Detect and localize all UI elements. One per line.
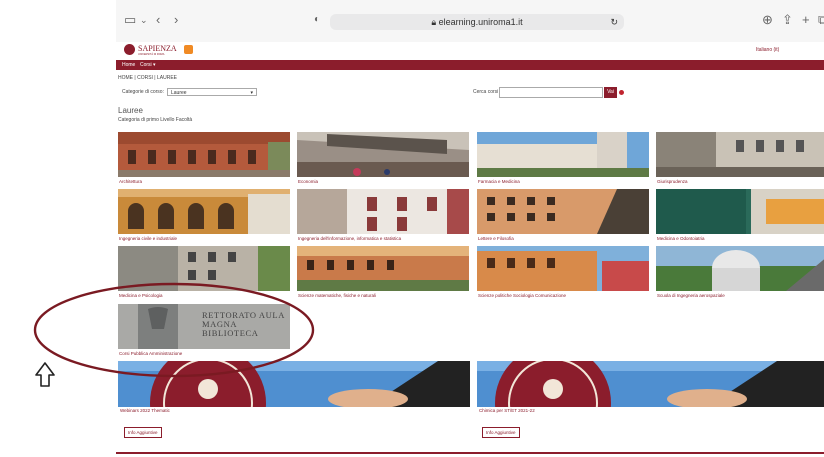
category-label: Ingegneria dell'informazione, informatic… xyxy=(298,236,402,241)
architettura-photo xyxy=(118,132,290,177)
nav-home[interactable]: Home xyxy=(122,62,135,68)
share-icon[interactable]: ⇪ xyxy=(782,13,793,27)
download-icon[interactable]: ⊕ xyxy=(762,13,773,27)
page-title: Lauree xyxy=(118,106,143,115)
category-card[interactable]: Economia xyxy=(297,132,469,188)
search-button[interactable]: Vai xyxy=(604,87,617,98)
lock-icon: 🔒︎ xyxy=(431,17,437,27)
category-card[interactable]: Giurisprudenza xyxy=(656,132,824,188)
forward-icon[interactable]: › xyxy=(174,13,178,27)
pointer-arrow-icon xyxy=(35,362,55,387)
category-card[interactable]: Farmacia e Medicina xyxy=(477,132,649,188)
category-card[interactable]: Architettura xyxy=(118,132,290,188)
back-icon[interactable]: ‹ xyxy=(156,13,160,27)
economia-photo xyxy=(297,132,469,177)
category-label: Lettere e Filosofia xyxy=(478,236,514,241)
category-label: Architettura xyxy=(119,179,143,184)
url-text: elearning.uniroma1.it xyxy=(438,17,523,27)
category-card[interactable]: Ingegneria dell'informazione, informatic… xyxy=(297,189,469,245)
address-bar[interactable]: 🔒︎ elearning.uniroma1.it ↻ xyxy=(330,14,624,30)
sapienza-seal-banner xyxy=(477,361,824,407)
ingegneria-civile-photo xyxy=(118,189,290,234)
featured-label: Webinars 2022 Thematic xyxy=(120,408,170,413)
category-label: Scuola di Ingegneria aerospaziale xyxy=(657,293,725,298)
logo-subtext: UNIVERSITÀ DI ROMA xyxy=(138,53,165,56)
logo-text: SAPIENZA xyxy=(138,44,177,53)
category-label: Medicina e Odontoiatria xyxy=(657,236,705,241)
category-label: Scienze politiche Sociologia Comunicazio… xyxy=(478,293,567,298)
category-select-value: Lauree xyxy=(171,90,187,96)
scienze-politiche-photo xyxy=(477,246,649,291)
giurisprudenza-photo xyxy=(656,132,824,177)
category-card[interactable]: Ingegneria civile e industriale xyxy=(118,189,290,245)
footer-line xyxy=(116,452,824,454)
category-label: Economia xyxy=(298,179,319,184)
tab-overview-icon[interactable]: ⧉ xyxy=(818,13,824,27)
browser-toolbar: ▭ ⌄ ‹ › ◐ 🔒︎ elearning.uniroma1.it ↻ ⊕ ⇪… xyxy=(116,0,824,43)
reload-icon[interactable]: ↻ xyxy=(610,14,618,30)
chevron-down-icon: ▾ xyxy=(250,90,253,96)
chevron-down-icon[interactable]: ⌄ xyxy=(140,13,148,27)
info-button[interactable]: Info Aggiuntive xyxy=(124,427,162,438)
page-subtitle: Categoria di primo Livello Facoltà xyxy=(118,117,193,123)
medicina-odontoiatria-photo xyxy=(656,189,824,234)
breadcrumb-home[interactable]: HOME xyxy=(118,75,133,81)
featured-card[interactable]: Chimica per ST/ET 2021-22 Info Aggiuntiv… xyxy=(477,361,824,441)
breadcrumb-lauree[interactable]: LAUREE xyxy=(157,75,177,81)
privacy-shield-icon[interactable]: ◐ xyxy=(314,13,320,27)
nav-corsi[interactable]: Corsi ▾ xyxy=(140,62,156,68)
sapienza-seal-icon xyxy=(124,44,135,55)
aerospaziale-photo xyxy=(656,246,824,291)
lettere-filosofia-photo xyxy=(477,189,649,234)
new-tab-icon[interactable]: + xyxy=(802,13,810,27)
category-select[interactable]: Lauree ▾ xyxy=(167,88,257,96)
category-label: Ingegneria civile e industriale xyxy=(119,236,178,241)
featured-label: Chimica per ST/ET 2021-22 xyxy=(479,408,535,413)
category-card[interactable]: Lettere e Filosofia xyxy=(477,189,649,245)
category-card[interactable]: Medicina e Odontoiatria xyxy=(656,189,824,245)
category-card[interactable]: Scienze matematiche, fisiche e naturali xyxy=(297,246,469,302)
breadcrumb: HOME | CORSI | LAUREE xyxy=(118,75,178,81)
category-label: Categorie di corso: xyxy=(122,89,164,95)
help-icon[interactable] xyxy=(619,90,624,95)
category-label: Farmacia e Medicina xyxy=(478,179,520,184)
info-button[interactable]: Info Aggiuntive xyxy=(482,427,520,438)
language-menu[interactable]: Italiano (it) xyxy=(756,47,779,53)
ingegneria-informazione-photo xyxy=(297,189,469,234)
app-icon[interactable] xyxy=(184,45,193,54)
scienze-matematiche-photo xyxy=(297,246,469,291)
site-header: SAPIENZA UNIVERSITÀ DI ROMA Italiano (it… xyxy=(116,42,824,60)
annotation-ellipse xyxy=(33,282,315,378)
category-label: Giurisprudenza xyxy=(657,179,688,184)
sidebar-icon[interactable]: ▭ xyxy=(124,13,136,27)
category-card[interactable]: Scuola di Ingegneria aerospaziale xyxy=(656,246,824,302)
category-card[interactable]: Scienze politiche Sociologia Comunicazio… xyxy=(477,246,649,302)
farmacia-medicina-photo xyxy=(477,132,649,177)
search-label: Cerca corsi xyxy=(473,89,499,95)
breadcrumb-corsi[interactable]: CORSI xyxy=(137,75,153,81)
search-input[interactable] xyxy=(499,87,603,98)
nav-bar: Home Corsi ▾ xyxy=(116,60,824,70)
